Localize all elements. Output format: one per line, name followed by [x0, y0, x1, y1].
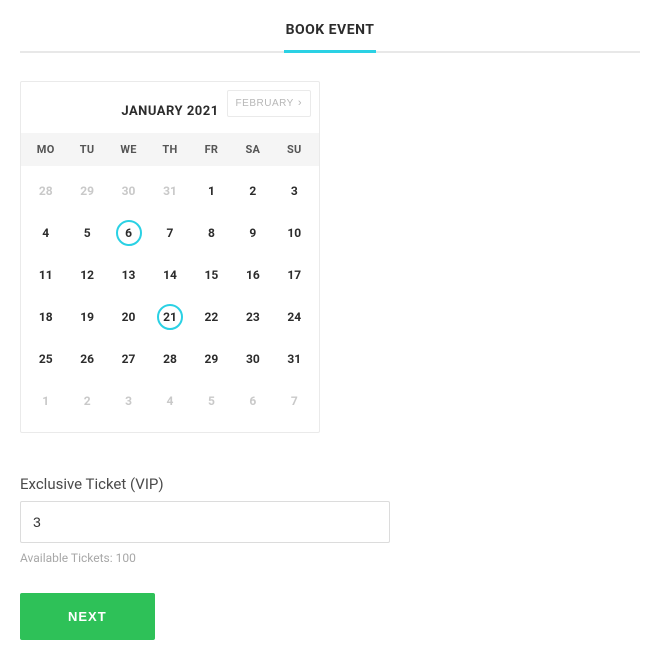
- calendar-day[interactable]: 24: [274, 296, 315, 338]
- calendar: JANUARY 2021 FEBRUARY › MOTUWETHFRSASU 2…: [20, 81, 320, 433]
- calendar-day[interactable]: 21: [149, 296, 190, 338]
- calendar-header: JANUARY 2021 FEBRUARY ›: [21, 82, 319, 133]
- calendar-next-month-label: FEBRUARY: [236, 98, 294, 109]
- ticket-form: Exclusive Ticket (VIP) Available Tickets…: [20, 475, 640, 640]
- calendar-day[interactable]: 29: [191, 338, 232, 380]
- calendar-weekday: TU: [66, 143, 107, 156]
- calendar-day[interactable]: 15: [191, 254, 232, 296]
- calendar-weekday: MO: [25, 143, 66, 156]
- calendar-day: 1: [25, 380, 66, 422]
- calendar-day[interactable]: 13: [108, 254, 149, 296]
- calendar-day: 3: [108, 380, 149, 422]
- calendar-day[interactable]: 18: [25, 296, 66, 338]
- calendar-day: 2: [66, 380, 107, 422]
- calendar-day[interactable]: 19: [66, 296, 107, 338]
- calendar-day[interactable]: 11: [25, 254, 66, 296]
- calendar-day[interactable]: 30: [232, 338, 273, 380]
- calendar-day[interactable]: 16: [232, 254, 273, 296]
- calendar-grid: 2829303112345678910111213141516171819202…: [21, 166, 319, 426]
- available-tickets-label: Available Tickets: 100: [20, 551, 640, 565]
- chevron-right-icon: ›: [298, 98, 302, 109]
- calendar-day: 29: [66, 170, 107, 212]
- calendar-day: 30: [108, 170, 149, 212]
- calendar-day[interactable]: 14: [149, 254, 190, 296]
- ticket-type-label: Exclusive Ticket (VIP): [20, 475, 640, 493]
- calendar-day[interactable]: 17: [274, 254, 315, 296]
- calendar-day[interactable]: 3: [274, 170, 315, 212]
- calendar-weekday-row: MOTUWETHFRSASU: [21, 133, 319, 166]
- tabs-bar: BOOK EVENT: [20, 12, 640, 53]
- calendar-day[interactable]: 10: [274, 212, 315, 254]
- calendar-month-label: JANUARY 2021: [121, 104, 218, 119]
- calendar-day[interactable]: 5: [66, 212, 107, 254]
- calendar-day[interactable]: 23: [232, 296, 273, 338]
- ticket-quantity-input[interactable]: [20, 501, 390, 543]
- calendar-weekday: WE: [108, 143, 149, 156]
- calendar-day[interactable]: 8: [191, 212, 232, 254]
- next-button[interactable]: NEXT: [20, 593, 155, 640]
- calendar-day[interactable]: 22: [191, 296, 232, 338]
- calendar-day-selected: 6: [116, 220, 142, 246]
- calendar-day-selected: 21: [157, 304, 183, 330]
- calendar-day[interactable]: 27: [108, 338, 149, 380]
- calendar-day[interactable]: 28: [149, 338, 190, 380]
- calendar-weekday: FR: [191, 143, 232, 156]
- calendar-day[interactable]: 25: [25, 338, 66, 380]
- calendar-day: 4: [149, 380, 190, 422]
- calendar-day: 31: [149, 170, 190, 212]
- calendar-day[interactable]: 26: [66, 338, 107, 380]
- tab-book-event[interactable]: BOOK EVENT: [284, 12, 377, 53]
- calendar-day: 6: [232, 380, 273, 422]
- calendar-day[interactable]: 7: [149, 212, 190, 254]
- calendar-day[interactable]: 12: [66, 254, 107, 296]
- calendar-day: 7: [274, 380, 315, 422]
- calendar-weekday: TH: [149, 143, 190, 156]
- calendar-weekday: SU: [274, 143, 315, 156]
- calendar-day[interactable]: 20: [108, 296, 149, 338]
- calendar-day: 5: [191, 380, 232, 422]
- calendar-day[interactable]: 31: [274, 338, 315, 380]
- calendar-weekday: SA: [232, 143, 273, 156]
- calendar-day: 28: [25, 170, 66, 212]
- calendar-day[interactable]: 1: [191, 170, 232, 212]
- calendar-day[interactable]: 9: [232, 212, 273, 254]
- calendar-day[interactable]: 6: [108, 212, 149, 254]
- calendar-next-month-button[interactable]: FEBRUARY ›: [227, 90, 311, 117]
- calendar-day[interactable]: 2: [232, 170, 273, 212]
- calendar-day[interactable]: 4: [25, 212, 66, 254]
